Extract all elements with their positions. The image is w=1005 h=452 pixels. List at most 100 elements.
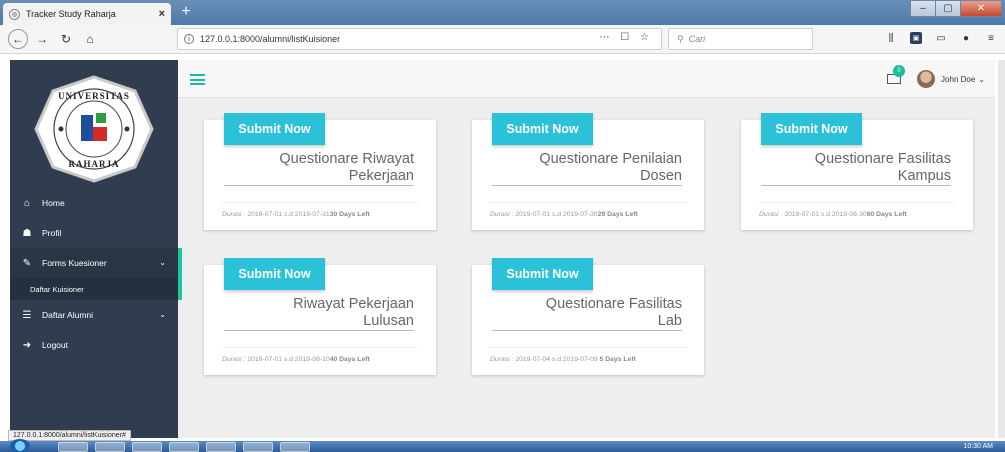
sidebar-toggle-icon[interactable]: ▭ — [935, 32, 947, 44]
taskbar-app-icon[interactable] — [95, 442, 125, 452]
search-input[interactable]: ⚲ Cari — [668, 28, 813, 50]
taskbar-app-icon[interactable] — [280, 442, 310, 452]
browser-toolbar-right: ⫼ ▣ ▭ ● ≡ — [885, 32, 997, 44]
library-icon[interactable]: ⫼ — [885, 32, 897, 44]
sidebar-item-label: Logout — [42, 340, 68, 350]
submit-now-button[interactable]: Submit Now — [492, 113, 593, 145]
addon-icon[interactable]: ● — [960, 32, 972, 44]
sidebar-item-label: Daftar Alumni — [42, 310, 94, 320]
taskbar: 10:30 AM — [0, 439, 1005, 452]
chevron-down-icon: ⌄ — [159, 310, 166, 319]
browser-window: ◎ Tracker Study Raharja × + – ▢ ✕ ← → ↻ … — [0, 0, 1005, 452]
divider — [490, 202, 686, 203]
questionnaire-card: Submit Now Questionare Fasilitas Kampus D… — [741, 113, 973, 230]
close-window-button[interactable]: ✕ — [960, 0, 1002, 17]
taskbar-app-icon[interactable] — [206, 442, 236, 452]
card-title: Questionare Fasilitas Kampus — [814, 151, 951, 184]
status-url: 127.0.0.1:8000/alumni/listKuisioner# — [8, 430, 131, 441]
chevron-down-icon[interactable]: ⌄ — [978, 75, 985, 84]
page-actions-icon[interactable]: ⋯ ☐ ☆ — [600, 32, 654, 43]
sidebar-item-home[interactable]: ⌂ Home — [10, 188, 178, 218]
taskbar-app-icon[interactable] — [58, 442, 88, 452]
logo-bottom-text: RAHARJA — [69, 159, 120, 169]
taskbar-apps — [58, 442, 310, 452]
logout-icon: ➜ — [22, 339, 32, 351]
sidebar-item-label: Home — [42, 198, 65, 208]
submit-now-button[interactable]: Submit Now — [224, 258, 325, 290]
menu-icon[interactable]: ≡ — [985, 32, 997, 44]
maximize-button[interactable]: ▢ — [935, 0, 961, 17]
user-name[interactable]: John Doe — [941, 75, 975, 84]
extension-icon[interactable]: ▣ — [910, 32, 922, 44]
duration-text: Durasi : 2019-07-01 s.d 2019-08-3060 Day… — [759, 211, 907, 218]
url-text: 127.0.0.1:8000/alumni/listKuisioner — [200, 34, 341, 44]
duration-text: Durasi : 2019-07-01 s.d 2019-08-1040 Day… — [222, 356, 370, 363]
divider — [222, 347, 418, 348]
sidebar-item-label: Profil — [42, 228, 62, 238]
sidebar-menu: ⌂ Home ☗ Profil ✎ Forms Kuesioner ⌄ Daft… — [10, 188, 182, 360]
user-icon: ☗ — [22, 227, 32, 239]
forward-arrow-icon[interactable]: → — [32, 29, 52, 49]
chevron-down-icon: ⌄ — [159, 258, 166, 267]
back-arrow-icon[interactable]: ← — [8, 29, 28, 49]
sidebar-item-daftar-alumni[interactable]: ☰ Daftar Alumni ⌄ — [10, 300, 178, 330]
favicon-icon: ◎ — [9, 8, 20, 20]
card-title: Questionare Penilaian Dosen — [539, 151, 682, 184]
sidebar-subitem-daftar-kuisioner[interactable]: Daftar Kuisioner — [10, 278, 182, 300]
duration-text: Durasi : 2019-07-01 s.d 2019-07-3029 Day… — [490, 211, 638, 218]
hamburger-menu-icon[interactable] — [190, 74, 205, 85]
card-title: Questionare Fasilitas Lab — [545, 296, 682, 329]
taskbar-app-icon[interactable] — [243, 442, 273, 452]
submit-now-button[interactable]: Submit Now — [492, 258, 593, 290]
logo-top-text: UNIVERSITAS — [58, 91, 130, 101]
sidebar-item-label: Forms Kuesioner — [42, 258, 107, 268]
duration-text: Durasi : 2019-07-01 s.d 2019-07-3130 Day… — [222, 211, 370, 218]
sidebar-item-profil[interactable]: ☗ Profil — [10, 218, 178, 248]
notification-badge: 0 — [893, 65, 906, 77]
search-icon: ⚲ — [677, 33, 684, 44]
reload-icon[interactable]: ↻ — [56, 29, 76, 49]
title-underline — [492, 185, 682, 186]
sidebar-item-logout[interactable]: ➜ Logout — [10, 330, 178, 360]
taskbar-app-icon[interactable] — [132, 442, 162, 452]
close-tab-icon[interactable]: × — [159, 8, 165, 20]
sidebar-item-forms-kuesioner[interactable]: ✎ Forms Kuesioner ⌄ — [10, 248, 182, 278]
university-logo: UNIVERSITAS RAHARJA — [34, 75, 154, 183]
home-icon: ⌂ — [23, 197, 31, 209]
new-tab-button[interactable]: + — [177, 3, 195, 21]
list-icon: ☰ — [22, 309, 32, 321]
start-button[interactable] — [10, 439, 30, 452]
questionnaire-card: Submit Now Questionare Riwayat Pekerjaan … — [204, 113, 436, 230]
address-bar[interactable]: i 127.0.0.1:8000/alumni/listKuisioner ⋯ … — [177, 28, 662, 50]
mail-icon[interactable]: 0 — [887, 65, 906, 84]
taskbar-app-icon[interactable] — [169, 442, 199, 452]
window-controls: – ▢ ✕ — [910, 0, 1002, 17]
avatar[interactable] — [917, 70, 936, 88]
top-bar: 0 John Doe ⌄ — [178, 60, 995, 98]
info-icon[interactable]: i — [184, 34, 194, 44]
title-underline — [224, 330, 414, 331]
questionnaire-card: Submit Now Questionare Fasilitas Lab Dura… — [472, 258, 704, 375]
divider — [759, 202, 955, 203]
home-browser-icon[interactable]: ⌂ — [80, 29, 100, 49]
duration-text: Durasi : 2019-07-04 s.d 2019-07-09 5 Day… — [490, 356, 636, 363]
questionnaire-card: Submit Now Questionare Penilaian Dosen Du… — [472, 113, 704, 230]
system-clock[interactable]: 10:30 AM — [963, 441, 993, 452]
user-area: 0 John Doe ⌄ — [887, 65, 985, 88]
title-underline — [224, 185, 414, 186]
card-title: Questionare Riwayat Pekerjaan — [279, 151, 414, 184]
submit-now-button[interactable]: Submit Now — [761, 113, 862, 145]
card-title: Riwayat Pekerjaan Lulusan — [293, 296, 414, 329]
nav-bar: ← → ↻ ⌂ i 127.0.0.1:8000/alumni/listKuis… — [0, 25, 1005, 54]
submit-now-button[interactable]: Submit Now — [224, 113, 325, 145]
tab-title: Tracker Study Raharja — [26, 9, 116, 19]
divider — [222, 202, 418, 203]
search-placeholder: Cari — [688, 34, 706, 44]
divider — [490, 347, 686, 348]
browser-tab[interactable]: ◎ Tracker Study Raharja × — [3, 3, 171, 25]
questionnaire-card: Submit Now Riwayat Pekerjaan Lulusan Dura… — [204, 258, 436, 375]
tab-strip: ◎ Tracker Study Raharja × + – ▢ ✕ — [0, 0, 1005, 25]
vertical-scrollbar[interactable] — [998, 60, 1005, 438]
page-content: UNIVERSITAS RAHARJA ⌂ Home ☗ Profil ✎ Fo… — [10, 60, 995, 438]
minimize-button[interactable]: – — [910, 0, 936, 17]
